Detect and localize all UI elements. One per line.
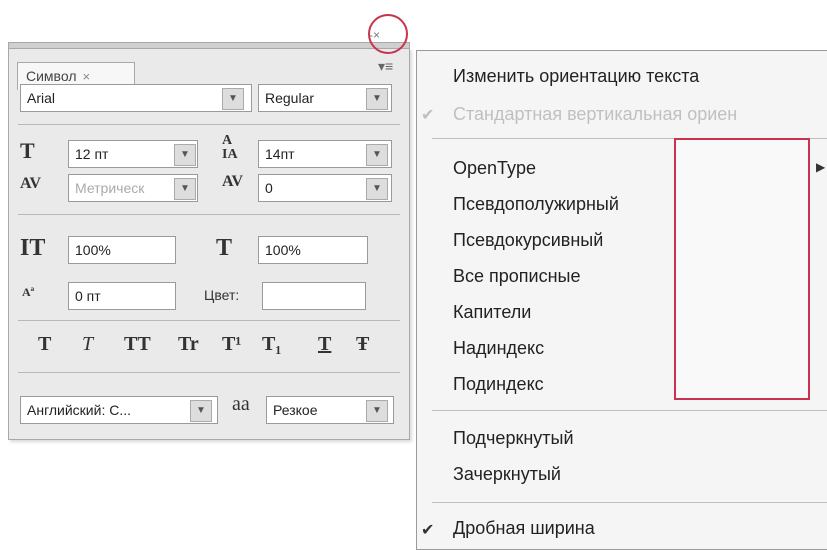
menu-item-faux-italic[interactable]: Псевдокурсивный bbox=[453, 230, 603, 251]
tab-label: Символ bbox=[26, 68, 77, 84]
font-size-dropdown[interactable]: ▼ bbox=[174, 144, 196, 166]
highlight-rectangle bbox=[674, 138, 810, 400]
vertical-scale-field[interactable]: 100% bbox=[68, 236, 176, 264]
font-family-field[interactable]: Arial bbox=[20, 84, 252, 112]
color-label: Цвет: bbox=[204, 287, 240, 303]
language-dropdown[interactable]: ▼ bbox=[190, 400, 212, 422]
menu-separator bbox=[432, 502, 827, 503]
panel-collapse-close-icon[interactable]: -× bbox=[369, 28, 380, 42]
menu-item-superscript[interactable]: Надиндекс bbox=[453, 338, 544, 359]
subscript-button[interactable]: T₁ bbox=[262, 333, 281, 356]
submenu-arrow-icon: ▶ bbox=[816, 160, 826, 174]
strikethrough-button[interactable]: Ŧ bbox=[356, 333, 369, 356]
kerning-icon: AV bbox=[20, 175, 42, 192]
underline-button[interactable]: T bbox=[318, 333, 331, 356]
tracking-dropdown[interactable]: ▼ bbox=[366, 178, 388, 200]
menu-item-fractional-widths[interactable]: Дробная ширина bbox=[453, 518, 595, 539]
font-family-dropdown[interactable]: ▼ bbox=[222, 88, 244, 110]
font-size-icon: T bbox=[20, 138, 35, 163]
baseline-shift-field[interactable]: 0 пт bbox=[68, 282, 176, 310]
leading-dropdown[interactable]: ▼ bbox=[366, 144, 388, 166]
anti-aliasing-dropdown[interactable]: ▼ bbox=[366, 400, 388, 422]
superscript-button[interactable]: T¹ bbox=[222, 333, 241, 356]
faux-italic-button[interactable]: T bbox=[82, 333, 93, 356]
menu-item-change-text-orientation[interactable]: Изменить ориентацию текста bbox=[453, 66, 699, 87]
close-icon[interactable]: × bbox=[82, 69, 90, 84]
menu-item-standard-vertical-alignment[interactable]: Стандартная вертикальная ориен bbox=[453, 104, 737, 125]
baseline-shift-icon: Aª bbox=[22, 285, 35, 299]
tracking-icon: AV bbox=[222, 173, 244, 190]
separator bbox=[18, 214, 400, 215]
font-style-dropdown[interactable]: ▼ bbox=[366, 88, 388, 110]
language-field[interactable]: Английский: С... bbox=[20, 396, 218, 424]
all-caps-button[interactable]: TT bbox=[124, 333, 151, 356]
menu-item-small-caps[interactable]: Капители bbox=[453, 302, 531, 323]
color-swatch[interactable] bbox=[262, 282, 366, 310]
separator bbox=[18, 320, 400, 321]
kerning-dropdown[interactable]: ▼ bbox=[174, 178, 196, 200]
separator bbox=[18, 124, 400, 125]
horizontal-scale-icon: T bbox=[216, 235, 233, 261]
horizontal-scale-field[interactable]: 100% bbox=[258, 236, 368, 264]
vertical-scale-icon: IT bbox=[20, 235, 46, 261]
menu-item-faux-bold[interactable]: Псевдополужирный bbox=[453, 194, 619, 215]
check-icon: ✔ bbox=[421, 522, 435, 539]
anti-aliasing-icon: aa bbox=[232, 393, 250, 415]
faux-bold-button[interactable]: T bbox=[38, 333, 51, 356]
menu-item-strikethrough[interactable]: Зачеркнутый bbox=[453, 464, 561, 485]
menu-item-subscript[interactable]: Подиндекс bbox=[453, 374, 544, 395]
menu-item-opentype[interactable]: OpenType bbox=[453, 158, 536, 179]
menu-item-underline[interactable]: Подчеркнутый bbox=[453, 428, 574, 449]
panel-menu-icon[interactable]: ▾≡ bbox=[378, 58, 393, 75]
menu-item-all-caps[interactable]: Все прописные bbox=[453, 266, 580, 287]
check-icon: ✔ bbox=[421, 107, 435, 124]
leading-icon: A IA bbox=[222, 133, 238, 162]
menu-separator bbox=[432, 410, 827, 411]
separator bbox=[18, 372, 400, 373]
small-caps-button[interactable]: Tr bbox=[178, 333, 199, 356]
